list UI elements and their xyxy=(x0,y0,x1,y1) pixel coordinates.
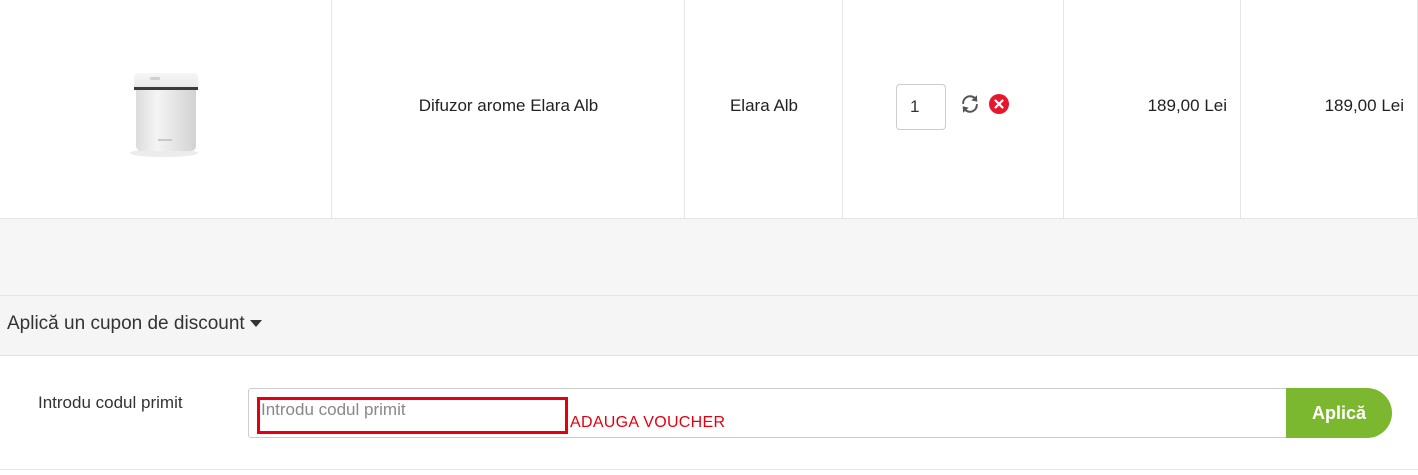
product-name[interactable]: Difuzor arome Elara Alb xyxy=(332,96,685,116)
product-model: Elara Alb xyxy=(729,96,799,115)
annotation-label: ADAUGA VOUCHER xyxy=(570,414,726,431)
unit-price-cell: 189,00 Lei xyxy=(1064,0,1241,218)
cart-product-row: Difuzor arome Elara Alb Elara Alb 189,00… xyxy=(0,0,1418,219)
coupon-panel-heading[interactable]: Aplică un cupon de discount xyxy=(0,296,1418,356)
coupon-toggle[interactable]: Aplică un cupon de discount xyxy=(7,313,262,335)
product-name-cell: Difuzor arome Elara Alb xyxy=(332,0,685,218)
caret-down-icon xyxy=(249,320,262,328)
product-image-cell xyxy=(0,0,332,218)
product-image[interactable] xyxy=(100,63,210,159)
section-divider xyxy=(0,219,1418,296)
remove-icon[interactable] xyxy=(989,94,1009,114)
quantity-cell xyxy=(843,0,1064,218)
apply-coupon-button[interactable]: Aplică xyxy=(1286,388,1392,438)
refresh-icon[interactable] xyxy=(959,93,981,115)
unit-price: 189,00 Lei xyxy=(1147,96,1227,115)
coupon-label: Introdu codul primit xyxy=(38,393,183,412)
total-price: 189,00 Lei xyxy=(1324,96,1404,115)
coupon-input[interactable] xyxy=(248,388,1294,438)
product-model-cell: Elara Alb xyxy=(685,0,843,218)
quantity-input[interactable] xyxy=(896,84,946,130)
coupon-heading-text: Aplică un cupon de discount xyxy=(7,313,245,334)
total-price-cell: 189,00 Lei xyxy=(1241,0,1418,218)
